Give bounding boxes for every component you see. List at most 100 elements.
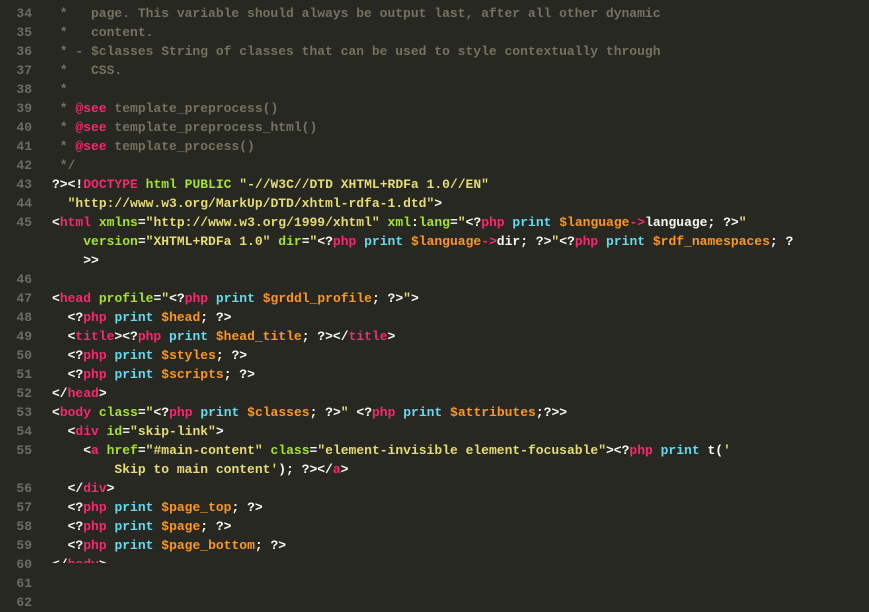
token: = [302,234,310,249]
token [161,329,169,344]
token: $page_top [161,500,231,515]
token: ; ?> [231,500,262,515]
code-line[interactable]: <?php print $page_top; ?> [52,498,869,517]
code-line[interactable] [52,270,869,289]
line-number: 43 [0,175,32,194]
code-line[interactable]: <a href="#main-content" class="element-i… [52,441,869,460]
line-number-gutter: 3435363738394041424344454647484950515253… [0,0,44,563]
token: "skip-link" [130,424,216,439]
token: <? [52,367,83,382]
line-number: 51 [0,365,32,384]
code-line[interactable]: <?php print $page_bottom; ?> [52,536,869,555]
code-line[interactable]: </body> [52,555,869,563]
token: > [388,329,396,344]
token: Skip to main content' [114,462,278,477]
line-number: 54 [0,422,32,441]
code-content[interactable]: * page. This variable should always be o… [44,0,869,563]
code-line[interactable]: </head> [52,384,869,403]
token [91,405,99,420]
code-line[interactable]: ?><!DOCTYPE html PUBLIC "-//W3C//DTD XHT… [52,175,869,194]
code-line[interactable]: <title><?php print $head_title; ?></titl… [52,327,869,346]
token [91,291,99,306]
code-line[interactable]: version="XHTML+RDFa 1.0" dir="<?php prin… [52,232,869,251]
line-number: 56 [0,479,32,498]
token: PUBLIC [185,177,232,192]
code-line[interactable]: <?php print $page; ?> [52,517,869,536]
code-editor[interactable]: 3435363738394041424344454647484950515253… [0,0,869,563]
token: $styles [161,348,216,363]
token: template_preprocess() [107,101,279,116]
code-line[interactable]: <div id="skip-link"> [52,422,869,441]
code-line[interactable]: * @see template_process() [52,137,869,156]
token: ?><! [52,177,83,192]
token [239,405,247,420]
token: "element-invisible element-focusable" [317,443,606,458]
token: xmlns [99,215,138,230]
code-line[interactable]: * @see template_preprocess_html() [52,118,869,137]
token: "http://www.w3.org/1999/xhtml" [146,215,380,230]
token: ; ?></ [302,329,349,344]
token [598,234,606,249]
token: ; ?> [372,291,403,306]
code-line[interactable]: * @see template_preprocess() [52,99,869,118]
code-line[interactable]: * CSS. [52,61,869,80]
code-line[interactable]: * [52,80,869,99]
code-line[interactable]: * - $classes String of classes that can … [52,42,869,61]
code-line[interactable]: <body class="<?php print $classes; ?>" <… [52,403,869,422]
token [442,405,450,420]
code-line[interactable]: * page. This variable should always be o… [52,4,869,23]
token: <? [169,291,185,306]
code-line[interactable]: <?php print $styles; ?> [52,346,869,365]
token: php [138,329,161,344]
token: <? [559,234,575,249]
line-number: 61 [0,574,32,593]
code-line[interactable]: * content. [52,23,869,42]
line-number: 55 [0,441,32,460]
token: * [52,139,75,154]
token: version [83,234,138,249]
token: * [52,101,75,116]
token: div [83,481,106,496]
line-number: 62 [0,593,32,612]
token [645,234,653,249]
line-number: 34 [0,4,32,23]
token: > [107,481,115,496]
token: ><? [114,329,137,344]
token: " [341,405,349,420]
token: ; ?> [224,367,255,382]
token [653,443,661,458]
code-line[interactable]: <?php print $head; ?> [52,308,869,327]
line-number: 49 [0,327,32,346]
token: lang [419,215,450,230]
token: < [52,424,75,439]
token: print [114,500,153,515]
code-line[interactable]: >> [52,251,869,270]
token [177,177,185,192]
token: */ [52,158,75,173]
code-line[interactable]: <html xmlns="http://www.w3.org/1999/xhtm… [52,213,869,232]
token: print [114,310,153,325]
token: body [60,405,91,420]
token: = [138,215,146,230]
token: $attributes [450,405,536,420]
token: template_process() [107,139,255,154]
token [99,424,107,439]
code-line[interactable]: </div> [52,479,869,498]
token: profile [99,291,154,306]
line-number: 45 [0,213,32,232]
token: = [138,234,146,249]
token: ; ?> [200,310,231,325]
token: </ [52,557,68,563]
code-line[interactable]: */ [52,156,869,175]
code-line[interactable]: Skip to main content'); ?></a> [52,460,869,479]
token: < [52,291,60,306]
token: php [372,405,395,420]
code-line[interactable]: <?php print $scripts; ?> [52,365,869,384]
code-line[interactable]: "http://www.w3.org/MarkUp/DTD/xhtml-rdfa… [52,194,869,213]
token: = [138,405,146,420]
line-number: 58 [0,517,32,536]
token: -> [629,215,645,230]
code-line[interactable]: <head profile="<?php print $grddl_profil… [52,289,869,308]
token: @see [75,120,106,135]
line-number: 41 [0,137,32,156]
